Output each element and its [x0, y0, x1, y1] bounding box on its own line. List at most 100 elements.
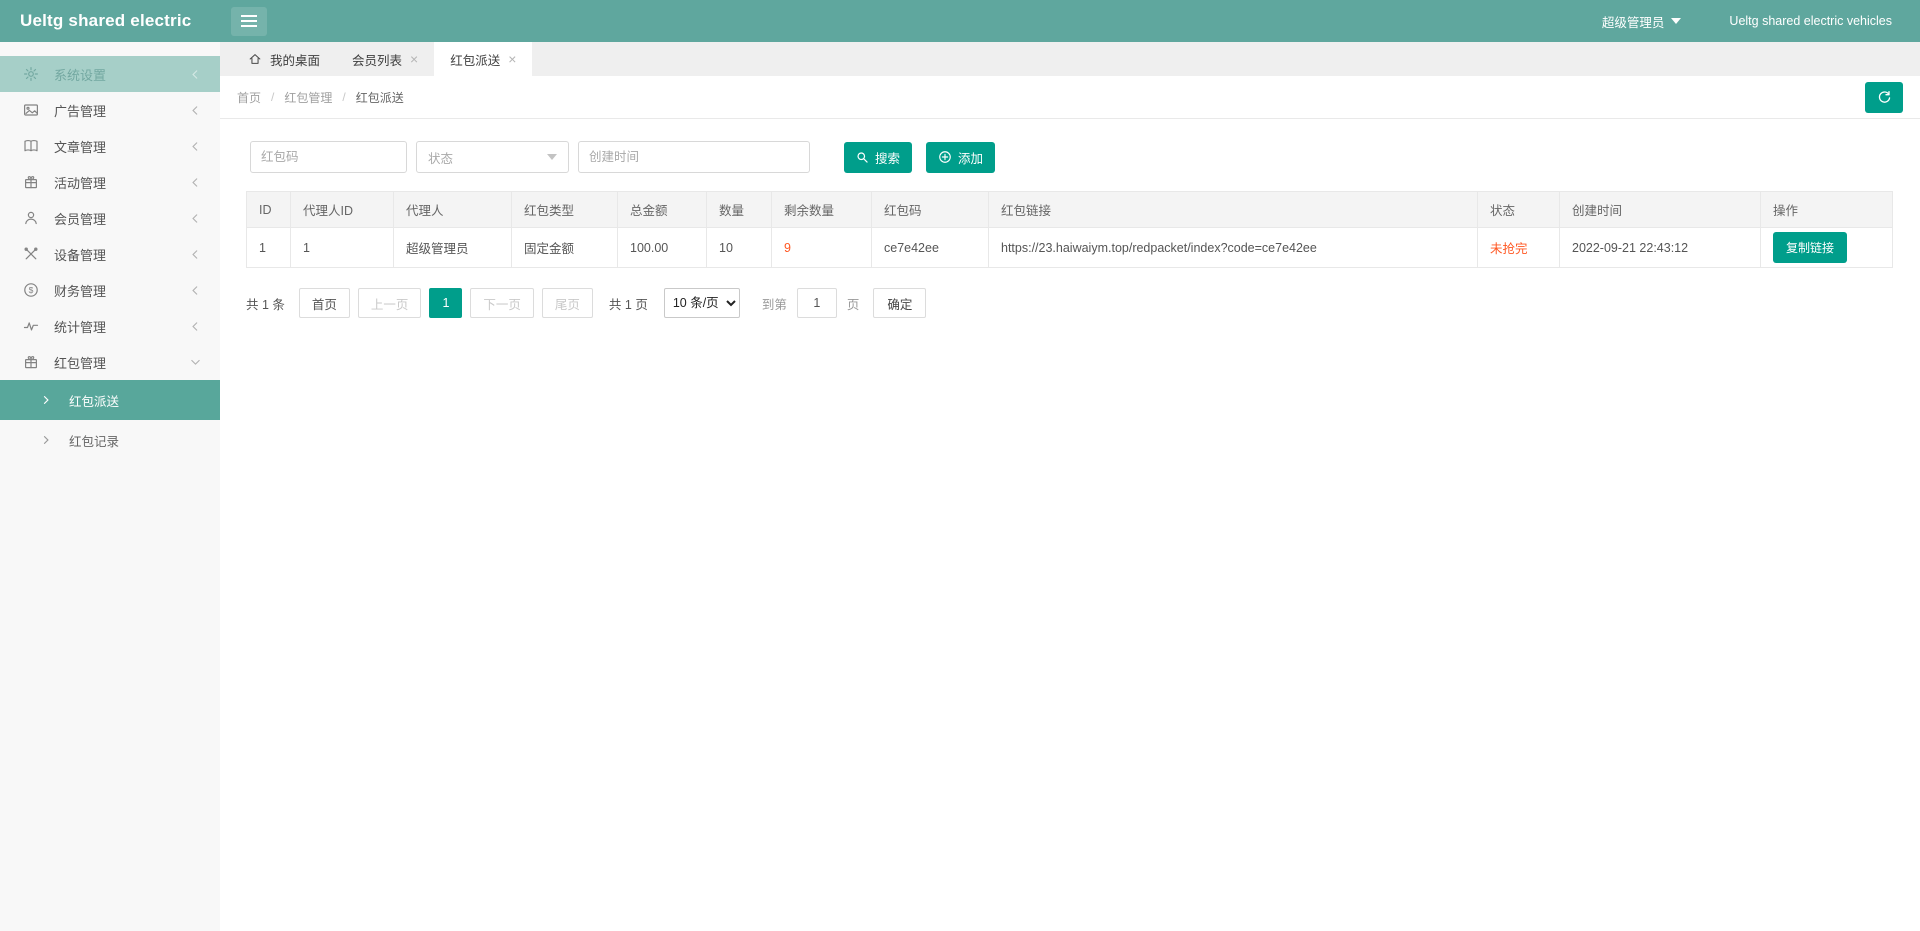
sidebar-item-activity-management[interactable]: 活动管理 — [0, 164, 220, 200]
site-name: Ueltg shared electric vehicles — [1729, 14, 1892, 28]
sidebar-item-redpacket-management[interactable]: 红包管理 — [0, 344, 220, 380]
goto-page-input[interactable] — [797, 288, 837, 318]
user-dropdown[interactable]: 超级管理员 — [1602, 12, 1682, 31]
header-right: 超级管理员 Ueltg shared electric vehicles — [1602, 12, 1920, 31]
column-header-total: 总金额 — [618, 192, 707, 228]
sidebar-item-ad-management[interactable]: 广告管理 — [0, 92, 220, 128]
sidebar-item-article-management[interactable]: 文章管理 — [0, 128, 220, 164]
per-page-select[interactable]: 10 条/页 — [664, 288, 740, 318]
cell-id: 1 — [247, 228, 291, 268]
search-toolbar: 状态 搜索 添加 — [220, 119, 1920, 189]
column-header-agent: 代理人 — [394, 192, 512, 228]
breadcrumb-item-current: 红包派送 — [356, 89, 404, 106]
sidebar-subitem-redpacket-records[interactable]: 红包记录 — [0, 420, 220, 460]
pagination-page-count: 共 1 页 — [609, 294, 648, 313]
search-button-label: 搜索 — [875, 148, 900, 167]
sidebar-subitem-label: 红包记录 — [69, 431, 119, 450]
add-button[interactable]: 添加 — [926, 142, 995, 173]
sidebar-item-label: 文章管理 — [54, 137, 189, 156]
chevron-left-icon — [189, 176, 202, 189]
page-first-button[interactable]: 首页 — [299, 288, 350, 318]
sidebar-item-label: 红包管理 — [54, 353, 189, 372]
breadcrumb-item-home[interactable]: 首页 — [237, 89, 261, 106]
cell-type: 固定金额 — [512, 228, 618, 268]
cell-link: https://23.haiwaiym.top/redpacket/index?… — [989, 228, 1478, 268]
sidebar-item-label: 会员管理 — [54, 209, 189, 228]
column-header-code: 红包码 — [872, 192, 989, 228]
breadcrumb-item-redpacket-management[interactable]: 红包管理 — [284, 89, 332, 106]
cell-actions: 复制链接 — [1761, 228, 1893, 268]
user-name: 超级管理员 — [1602, 12, 1665, 31]
column-header-actions: 操作 — [1761, 192, 1893, 228]
cell-total: 100.00 — [618, 228, 707, 268]
pagination-total: 共 1 条 — [246, 294, 285, 313]
chevron-left-icon — [189, 248, 202, 261]
sidebar-item-label: 设备管理 — [54, 245, 189, 264]
goto-confirm-button[interactable]: 确定 — [873, 288, 926, 318]
sidebar-subitem-redpacket-send[interactable]: 红包派送 — [0, 380, 220, 420]
top-header: Ueltg shared electric 超级管理员 Ueltg shared… — [0, 0, 1920, 42]
chevron-left-icon — [189, 284, 202, 297]
breadcrumb-separator: / — [271, 90, 274, 104]
sidebar-item-member-management[interactable]: 会员管理 — [0, 200, 220, 236]
chevron-right-icon — [40, 394, 52, 406]
cell-remaining: 9 — [772, 228, 872, 268]
tab-label: 红包派送 — [450, 50, 500, 69]
sidebar-subitem-label: 红包派送 — [69, 391, 119, 410]
tab-label: 我的桌面 — [270, 50, 320, 69]
sidebar-item-label: 广告管理 — [54, 101, 189, 120]
sidebar-item-system-settings[interactable]: 系统设置 — [0, 56, 220, 92]
tab-bar: 我的桌面 会员列表 × 红包派送 × — [220, 42, 1920, 76]
chevron-left-icon — [189, 140, 202, 153]
tab-redpacket-send[interactable]: 红包派送 × — [434, 42, 532, 76]
search-button[interactable]: 搜索 — [844, 142, 912, 173]
cell-agent-id: 1 — [291, 228, 394, 268]
svg-text:$: $ — [28, 285, 33, 295]
sidebar-item-label: 财务管理 — [54, 281, 189, 300]
pulse-icon — [22, 318, 39, 335]
sidebar-toggle-button[interactable] — [231, 7, 267, 36]
tools-icon — [22, 246, 39, 263]
book-icon — [22, 138, 39, 155]
app-title: Ueltg shared electric — [0, 11, 220, 31]
page-number-button[interactable]: 1 — [429, 288, 462, 318]
gift-icon — [22, 354, 39, 371]
tab-member-list[interactable]: 会员列表 × — [336, 42, 434, 76]
sidebar-item-device-management[interactable]: 设备管理 — [0, 236, 220, 272]
sidebar-item-label: 活动管理 — [54, 173, 189, 192]
chevron-down-icon — [189, 356, 202, 369]
gear-icon — [22, 66, 39, 83]
column-header-count: 数量 — [707, 192, 772, 228]
home-icon — [248, 52, 262, 66]
close-icon[interactable]: × — [508, 52, 516, 66]
column-header-link: 红包链接 — [989, 192, 1478, 228]
cell-code: ce7e42ee — [872, 228, 989, 268]
sidebar-item-finance-management[interactable]: $ 财务管理 — [0, 272, 220, 308]
status-select-placeholder: 状态 — [428, 148, 453, 167]
sidebar: 系统设置 广告管理 文章管理 — [0, 42, 220, 931]
user-icon — [22, 210, 39, 227]
copy-link-button[interactable]: 复制链接 — [1773, 232, 1847, 263]
close-icon[interactable]: × — [410, 52, 418, 66]
add-button-label: 添加 — [958, 148, 983, 167]
dollar-icon: $ — [22, 282, 39, 299]
page-next-button: 下一页 — [470, 288, 534, 318]
page-last-button: 尾页 — [542, 288, 593, 318]
redpacket-code-input[interactable] — [250, 141, 407, 173]
search-icon — [856, 151, 869, 164]
plus-circle-icon — [938, 150, 952, 164]
column-header-id: ID — [247, 192, 291, 228]
status-select[interactable]: 状态 — [416, 141, 569, 173]
column-header-type: 红包类型 — [512, 192, 618, 228]
cell-created: 2022-09-21 22:43:12 — [1560, 228, 1761, 268]
gift-icon — [22, 174, 39, 191]
refresh-icon — [1877, 90, 1892, 105]
page-prev-button: 上一页 — [358, 288, 422, 318]
refresh-button[interactable] — [1865, 82, 1903, 113]
main-content: 我的桌面 会员列表 × 红包派送 × 首页 / 红包管理 / 红包派送 状态 — [220, 42, 1920, 318]
created-time-input[interactable] — [578, 141, 810, 173]
sidebar-item-stats-management[interactable]: 统计管理 — [0, 308, 220, 344]
tab-desktop[interactable]: 我的桌面 — [232, 42, 336, 76]
chevron-right-icon — [40, 434, 52, 446]
breadcrumb-separator: / — [342, 90, 345, 104]
